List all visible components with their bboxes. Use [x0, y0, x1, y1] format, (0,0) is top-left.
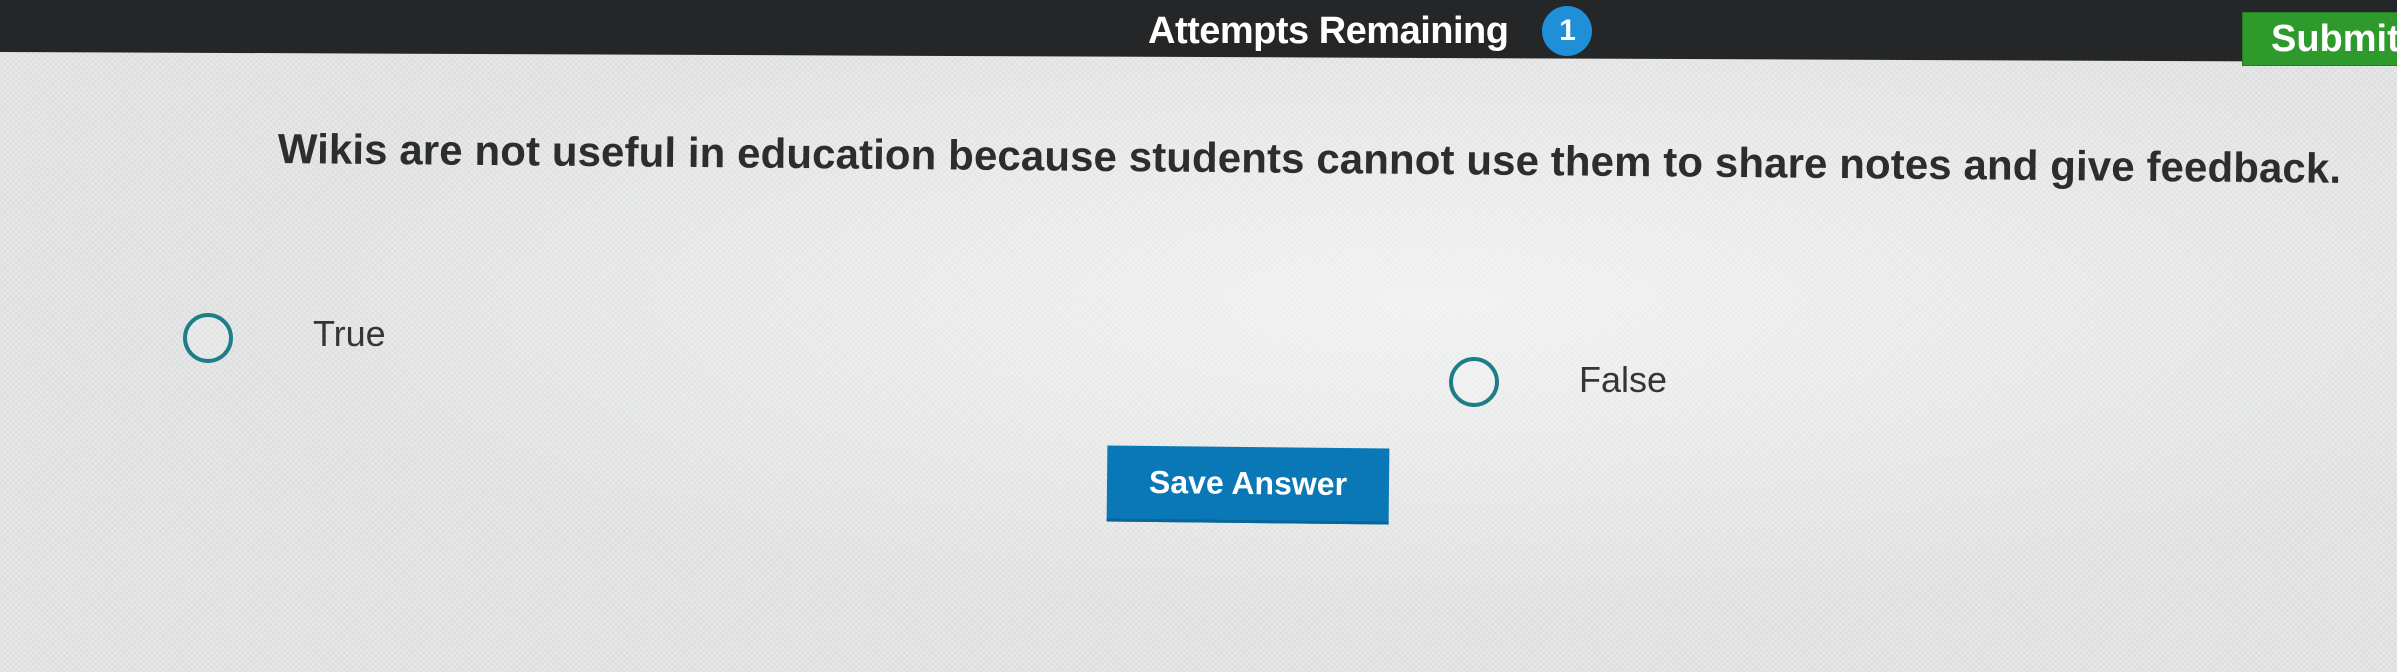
radio-circle-icon[interactable]: [183, 313, 233, 363]
radio-circle-icon[interactable]: [1449, 357, 1499, 407]
attempts-remaining-label: Attempts Remaining: [1148, 9, 1509, 52]
submit-button[interactable]: Submit: [2242, 12, 2397, 66]
attempts-remaining: Attempts Remaining 1: [1148, 6, 1593, 56]
option-true[interactable]: True: [183, 313, 386, 363]
option-false-label: False: [1579, 359, 1668, 400]
option-true-label: True: [313, 313, 386, 354]
quiz-page: Attempts Remaining 1 Submit Wikis are no…: [0, 0, 2397, 672]
question-text: Wikis are not useful in education becaus…: [277, 125, 2342, 192]
option-false[interactable]: False: [1449, 357, 1667, 407]
save-answer-button[interactable]: Save Answer: [1106, 445, 1390, 525]
attempts-count-badge: 1: [1542, 6, 1593, 56]
